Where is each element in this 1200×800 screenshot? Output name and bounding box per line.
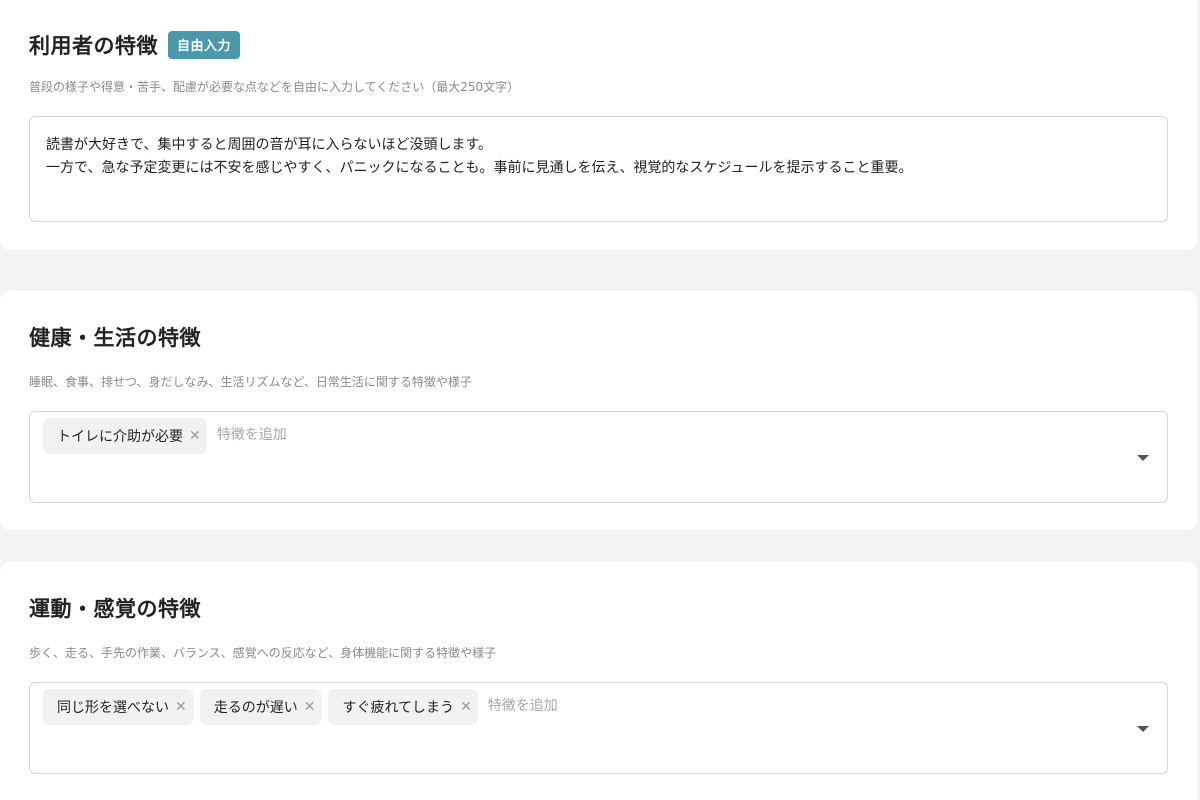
- page: 利用者の特徴 自由入力 普段の様子や得意・苦手、配慮が必要な点などを自由に入力し…: [0, 0, 1200, 800]
- health-features-select[interactable]: トイレに介助が必要 ✕ 特徴を追加: [29, 411, 1168, 503]
- motor-features-header: 運動・感覚の特徴: [29, 593, 201, 623]
- chevron-down-icon[interactable]: [1137, 455, 1149, 461]
- tag-list: トイレに介助が必要 ✕ 特徴を追加: [43, 418, 287, 454]
- tag-chip: 同じ形を選べない ✕: [43, 689, 193, 725]
- tag-chip: すぐ疲れてしまう ✕: [328, 689, 478, 725]
- close-icon[interactable]: ✕: [175, 700, 187, 714]
- motor-features-card: 運動・感覚の特徴 歩く、走る、手先の作業、バランス、感覚への反応など、身体機能に…: [0, 562, 1197, 800]
- motor-features-description: 歩く、走る、手先の作業、バランス、感覚への反応など、身体機能に関する特徴や様子: [29, 646, 497, 660]
- tag-label: 走るのが遅い: [213, 700, 298, 716]
- health-features-description: 睡眠、食事、排せつ、身だしなみ、生活リズムなど、日常生活に関する特徴や様子: [29, 375, 472, 389]
- motor-features-select[interactable]: 同じ形を選べない ✕ 走るのが遅い ✕ すぐ疲れてしまう ✕ 特徴を追加: [29, 682, 1168, 774]
- tag-list: 同じ形を選べない ✕ 走るのが遅い ✕ すぐ疲れてしまう ✕ 特徴を追加: [43, 689, 558, 725]
- user-features-header: 利用者の特徴 自由入力: [29, 30, 241, 60]
- close-icon[interactable]: ✕: [189, 429, 201, 443]
- health-features-header: 健康・生活の特徴: [29, 322, 201, 352]
- tag-chip: 走るのが遅い ✕: [199, 689, 322, 725]
- user-features-description: 普段の様子や得意・苦手、配慮が必要な点などを自由に入力してください（最大250文…: [29, 80, 520, 94]
- user-features-textarea[interactable]: 読書が大好きで、集中すると周囲の音が耳に入らないほど没頭します。 一方で、急な予…: [29, 116, 1168, 222]
- tag-label: 同じ形を選べない: [57, 700, 169, 716]
- close-icon[interactable]: ✕: [304, 700, 316, 714]
- tag-label: トイレに介助が必要: [57, 429, 183, 445]
- chevron-down-icon[interactable]: [1137, 726, 1149, 732]
- free-input-badge: 自由入力: [168, 31, 241, 59]
- close-icon[interactable]: ✕: [460, 700, 472, 714]
- add-feature-input[interactable]: 特徴を追加: [217, 424, 287, 444]
- add-feature-input[interactable]: 特徴を追加: [488, 695, 558, 715]
- user-features-card: 利用者の特徴 自由入力 普段の様子や得意・苦手、配慮が必要な点などを自由に入力し…: [0, 0, 1197, 250]
- health-features-title: 健康・生活の特徴: [29, 326, 201, 350]
- tag-label: すぐ疲れてしまう: [342, 700, 455, 716]
- tag-chip: トイレに介助が必要 ✕: [43, 418, 207, 454]
- textarea-line: 一方で、急な予定変更には不安を感じやすく、パニックになることも。事前に見通しを伝…: [46, 160, 913, 176]
- user-features-title: 利用者の特徴: [29, 34, 158, 58]
- health-features-card: 健康・生活の特徴 睡眠、食事、排せつ、身だしなみ、生活リズムなど、日常生活に関す…: [0, 291, 1197, 530]
- motor-features-title: 運動・感覚の特徴: [29, 597, 201, 621]
- textarea-line: 読書が大好きで、集中すると周囲の音が耳に入らないほど没頭します。: [46, 137, 493, 153]
